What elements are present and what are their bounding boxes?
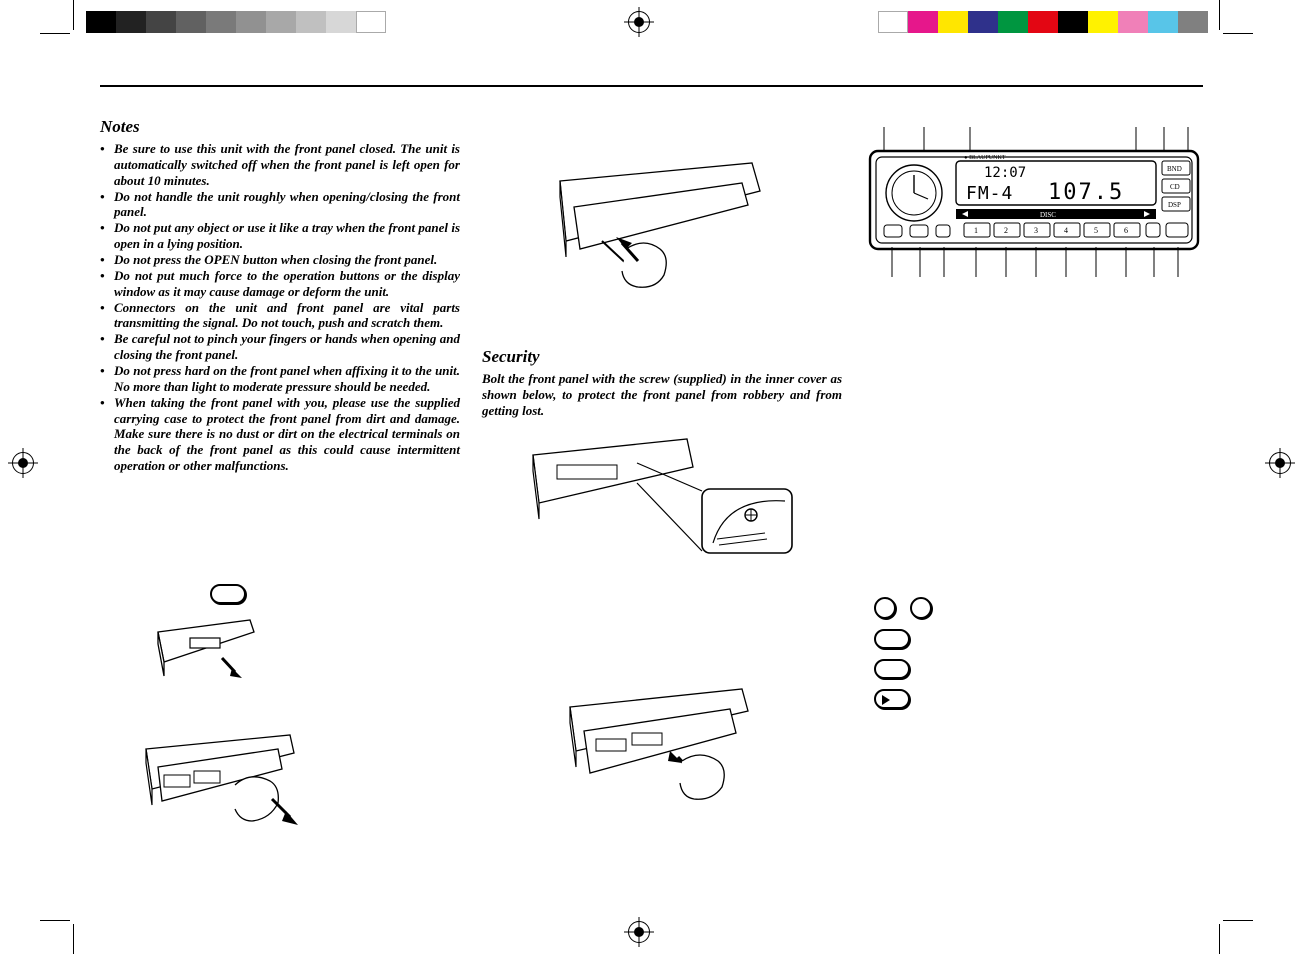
round-button-icon — [910, 597, 932, 619]
swatch — [938, 11, 968, 33]
svg-text:6: 6 — [1124, 226, 1128, 235]
registration-mark-icon — [628, 11, 650, 33]
security-text: Bolt the front panel with the screw (sup… — [482, 371, 842, 419]
panel-corner-illustration — [150, 614, 260, 694]
swatch — [236, 11, 266, 33]
svg-text:2: 2 — [1004, 226, 1008, 235]
swatch — [1088, 11, 1118, 33]
list-item: Be sure to use this unit with the front … — [100, 141, 460, 189]
swatch — [908, 11, 938, 33]
pill-button-icon — [874, 689, 910, 709]
bnd-button-label: BND — [1167, 165, 1182, 173]
svg-text:4: 4 — [1064, 226, 1068, 235]
notes-list: Be sure to use this unit with the front … — [100, 141, 460, 474]
remove-panel-illustration — [140, 729, 300, 839]
list-item: Connectors on the unit and front panel a… — [100, 300, 460, 332]
round-button-icon — [874, 597, 896, 619]
list-item: Do not press the OPEN button when closin… — [100, 252, 460, 268]
swatch — [116, 11, 146, 33]
swatch — [266, 11, 296, 33]
top-rule — [100, 85, 1203, 87]
security-heading: Security — [482, 347, 842, 367]
swatch — [146, 11, 176, 33]
car-stereo-illustration: 12:07 FM-4 107.5 ● BLAUPUNKT DISC BND CD — [864, 127, 1204, 287]
pinch-hand-illustration — [552, 157, 772, 317]
open-button-icon — [210, 584, 246, 604]
swatch — [968, 11, 998, 33]
list-item: Do not handle the unit roughly when open… — [100, 189, 460, 221]
attach-panel-illustration — [562, 683, 762, 813]
color-swatch-bar — [878, 11, 1208, 33]
disc-label: DISC — [1040, 211, 1056, 219]
swatch — [206, 11, 236, 33]
brand-label: ● BLAUPUNKT — [964, 155, 1006, 161]
swatch — [1028, 11, 1058, 33]
display-freq: 107.5 — [1048, 180, 1124, 205]
pill-button-icon — [874, 659, 910, 679]
swatch — [1058, 11, 1088, 33]
list-item: Do not put much force to the operation b… — [100, 268, 460, 300]
bolt-screw-illustration — [527, 433, 797, 583]
svg-text:3: 3 — [1034, 226, 1038, 235]
swatch — [86, 11, 116, 33]
swatch — [1178, 11, 1208, 33]
swatch — [878, 11, 908, 33]
swatch — [296, 11, 326, 33]
cd-button-label: CD — [1170, 183, 1180, 191]
swatch — [356, 11, 386, 33]
svg-text:1: 1 — [974, 226, 978, 235]
swatch — [326, 11, 356, 33]
dsp-button-label: DSP — [1168, 201, 1181, 209]
swatch — [176, 11, 206, 33]
registration-mark-icon — [628, 921, 650, 943]
swatch — [998, 11, 1028, 33]
swatch — [1148, 11, 1178, 33]
pill-button-icon — [874, 629, 910, 649]
display-band: FM-4 — [966, 183, 1013, 204]
registration-mark-icon — [1269, 452, 1291, 474]
display-time: 12:07 — [984, 165, 1026, 181]
notes-heading: Notes — [100, 117, 460, 137]
swatch — [1118, 11, 1148, 33]
list-item: When taking the front panel with you, pl… — [100, 395, 460, 474]
list-item: Be careful not to pinch your fingers or … — [100, 331, 460, 363]
registration-mark-icon — [12, 452, 34, 474]
grayscale-swatch-bar — [86, 11, 386, 33]
list-item: Do not press hard on the front panel whe… — [100, 363, 460, 395]
svg-text:5: 5 — [1094, 226, 1098, 235]
list-item: Do not put any object or use it like a t… — [100, 220, 460, 252]
